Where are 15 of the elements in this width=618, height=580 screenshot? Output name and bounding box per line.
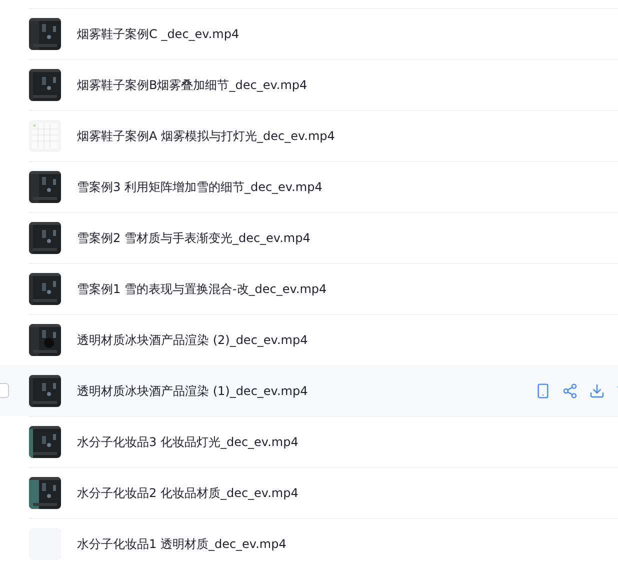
download-icon[interactable]: [589, 382, 605, 398]
file-name[interactable]: 烟雾鞋子案例A 烟雾模拟与打灯光_dec_ev.mp4: [77, 126, 335, 144]
file-name[interactable]: 透明材质冰块酒产品渲染 (2)_dec_ev.mp4: [77, 330, 308, 348]
file-name[interactable]: 烟雾鞋子案例B烟雾叠加细节_dec_ev.mp4: [77, 76, 308, 94]
file-name[interactable]: 雪案例3 利用矩阵增加雪的细节_dec_ev.mp4: [77, 178, 322, 196]
file-row[interactable]: 透明材质冰块酒产品渲染 (1)_dec_ev.mp4: [0, 365, 618, 416]
file-name[interactable]: 水分子化妆品2 化妆品材质_dec_ev.mp4: [77, 484, 298, 502]
phone-icon[interactable]: [535, 382, 551, 398]
file-name[interactable]: 水分子化妆品1 透明材质_dec_ev.mp4: [77, 534, 286, 552]
file-name[interactable]: 雪案例1 雪的表现与置换混合-改_dec_ev.mp4: [77, 280, 327, 298]
share-icon[interactable]: [562, 382, 578, 398]
file-name[interactable]: 透明材质冰块酒产品渲染 (1)_dec_ev.mp4: [77, 382, 308, 400]
file-name[interactable]: 烟雾鞋子案例C _dec_ev.mp4: [77, 24, 240, 42]
file-name[interactable]: 雪案例2 雪材质与手表渐变光_dec_ev.mp4: [77, 228, 310, 246]
file-name[interactable]: 水分子化妆品3 化妆品灯光_dec_ev.mp4: [77, 432, 298, 450]
